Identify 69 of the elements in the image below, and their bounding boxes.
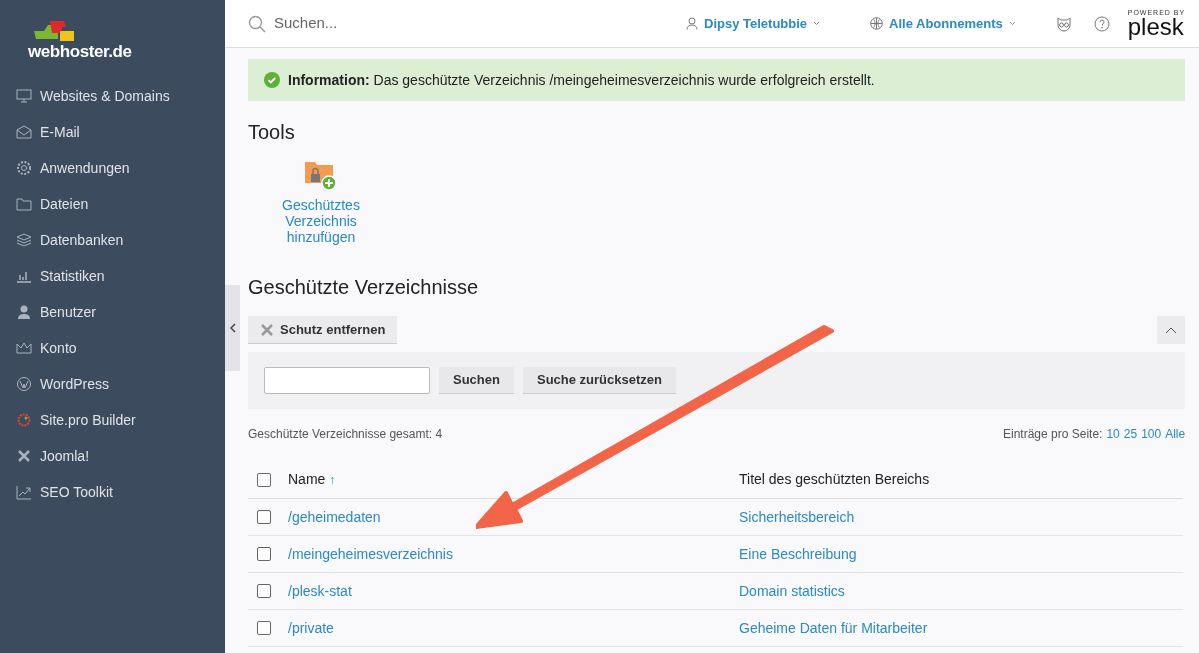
brand-logo: plesk <box>1127 16 1184 38</box>
help-icon[interactable] <box>1093 15 1110 32</box>
chevron-down-icon <box>813 21 821 26</box>
directory-link[interactable]: /private <box>288 617 739 639</box>
sidebar-collapse-handle[interactable] <box>225 285 240 371</box>
per-page-label: Einträge pro Seite: <box>1003 426 1103 443</box>
line-chart-icon <box>16 484 32 500</box>
layers-icon <box>16 232 32 248</box>
search-icon <box>248 14 266 33</box>
row-checkbox[interactable] <box>257 547 271 561</box>
search-field[interactable]: Suchen... <box>274 12 474 35</box>
sidebar-item[interactable]: WordPress <box>0 366 225 402</box>
area-title-link[interactable]: Sicherheitsbereich <box>739 506 855 528</box>
area-title-link[interactable]: Eine Beschreibung <box>739 543 857 565</box>
check-circle-icon <box>264 72 280 88</box>
per-page-link[interactable]: 10 <box>1106 425 1120 443</box>
user-menu[interactable]: Dipsy Teletubbie <box>704 13 821 34</box>
sidebar-item[interactable]: Statistiken <box>0 258 225 294</box>
logo-text: webhoster.de <box>28 43 132 60</box>
directory-link[interactable]: /meingeheimesverzeichnis <box>288 543 739 565</box>
chevron-down-icon <box>1008 21 1016 26</box>
chevron-left-icon <box>229 323 236 333</box>
section-title: Geschützte Verzeichnisse <box>248 275 480 300</box>
per-page-link[interactable]: 100 <box>1141 425 1162 443</box>
directory-link[interactable]: /geheimedaten <box>288 506 739 528</box>
sidebar-item[interactable]: Dateien <box>0 186 225 222</box>
cross-icon <box>16 448 32 464</box>
section-title: Tools <box>248 120 296 145</box>
x-icon <box>260 322 274 337</box>
directory-link[interactable]: /plesk-stat <box>288 580 739 602</box>
sort-arrow: ↑ <box>329 473 336 487</box>
sidebar-item[interactable]: Websites & Domains <box>0 78 225 114</box>
select-all-checkbox[interactable] <box>257 472 271 487</box>
locked-folder-icon <box>305 159 337 191</box>
reset-search-button[interactable]: Suche zurücksetzen <box>522 367 676 394</box>
filter-input[interactable] <box>264 367 430 394</box>
per-page-link[interactable]: Alle <box>1165 425 1186 443</box>
subscriptions-menu[interactable]: Alle Abonnements <box>889 13 1016 34</box>
sidebar-item[interactable]: Benutzer <box>0 294 225 330</box>
row-checkbox[interactable] <box>257 584 271 598</box>
tool-link[interactable]: Geschütztes Verzeichnis hinzufügen <box>248 159 394 245</box>
sidebar-item[interactable]: SEO Toolkit <box>0 474 225 510</box>
remove-protection-button[interactable]: Schutz entfernen <box>248 316 398 344</box>
gear-icon <box>16 160 32 176</box>
envelope-icon <box>16 124 32 140</box>
column-header: Titel des geschützten Bereichs <box>739 470 930 489</box>
owl-icon[interactable] <box>1055 15 1072 32</box>
area-title-link[interactable]: Geheime Daten für Mitarbeiter <box>739 617 928 639</box>
wordpress-icon <box>16 376 32 392</box>
column-header[interactable]: Name ↑ <box>288 469 739 490</box>
chevron-up-icon <box>1165 326 1178 334</box>
folder-icon <box>16 196 32 212</box>
monitor-icon <box>16 88 32 104</box>
per-page-link[interactable]: 25 <box>1123 425 1138 443</box>
total-count: Geschützte Verzeichnisse gesamt: 4 <box>248 426 443 443</box>
sidebar-item[interactable]: E-Mail <box>0 114 225 150</box>
row-checkbox[interactable] <box>257 621 271 635</box>
sidebar-item[interactable]: Joomla! <box>0 438 225 474</box>
user-icon <box>16 304 32 320</box>
sidebar-item[interactable]: Konto <box>0 330 225 366</box>
sidebar-item[interactable]: Site.pro Builder <box>0 402 225 438</box>
sidebar-item[interactable]: Anwendungen <box>0 150 225 186</box>
search-button[interactable]: Suchen <box>439 367 514 394</box>
crown-icon <box>16 340 32 356</box>
user-icon <box>686 17 698 30</box>
info-text: Information: Das geschützte Verzeichnis /meingeheimesverzeichnis wurde erfolgreich erstellt. <box>288 70 875 90</box>
sidebar-item[interactable]: Datenbanken <box>0 222 225 258</box>
row-checkbox[interactable] <box>257 510 271 524</box>
area-title-link[interactable]: Domain statistics <box>739 580 845 602</box>
